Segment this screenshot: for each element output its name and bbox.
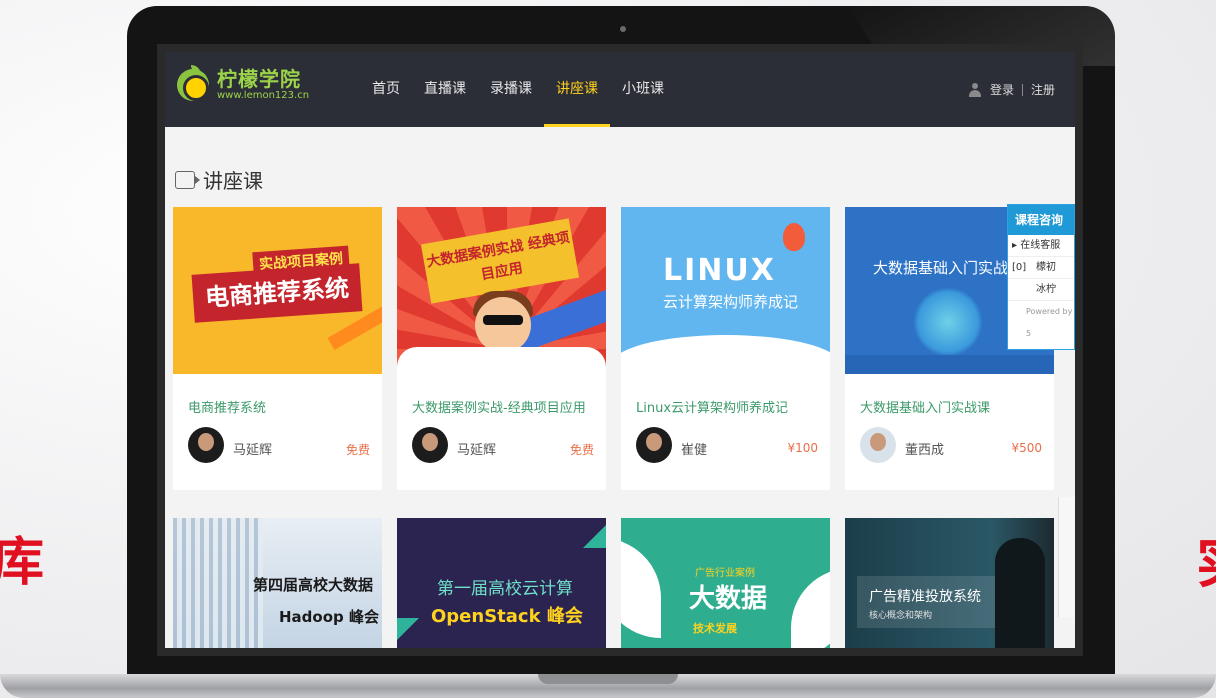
course-title[interactable]: 电商推荐系统 bbox=[188, 397, 266, 416]
video-camera-icon bbox=[175, 170, 200, 189]
nav-divider bbox=[1021, 83, 1023, 96]
lemon-logo-icon bbox=[177, 65, 209, 101]
teacher-name: 马延辉 bbox=[457, 443, 497, 458]
teacher-name: 崔健 bbox=[681, 443, 708, 458]
register-link[interactable]: 注册 bbox=[1031, 81, 1055, 98]
laptop-base-notch bbox=[538, 674, 678, 684]
course-thumbnail[interactable]: 第四届高校大数据 Hadoop 峰会 bbox=[173, 518, 382, 648]
top-navbar: 柠檬学院 www.lemon123.cn 首页 直播课 录播课 讲座课 小班课 … bbox=[165, 52, 1075, 127]
course-title[interactable]: Linux云计算架构师养成记 bbox=[636, 397, 788, 416]
course-thumbnail[interactable]: LINUX 云计算架构师养成记 bbox=[621, 207, 830, 374]
brand-name: 柠檬学院 bbox=[217, 67, 301, 91]
brand-url: www.lemon123.cn bbox=[217, 90, 310, 101]
slide-side-text-left: 库 bbox=[0, 533, 45, 593]
login-link[interactable]: 登录 bbox=[990, 81, 1014, 98]
course-card[interactable]: 大数据案例实战 经典项目应用 大数据案例实战-经典项目应用 马延辉 免费 bbox=[397, 207, 606, 490]
course-card[interactable]: LINUX 云计算架构师养成记 Linux云计算架构师养成记 崔健 ¥100 bbox=[621, 207, 830, 490]
teacher-avatar bbox=[412, 427, 448, 463]
teacher-name: 董西成 bbox=[905, 443, 945, 458]
course-thumbnail[interactable]: 实战项目案例 电商推荐系统 bbox=[173, 207, 382, 374]
slide-side-text-right: 实 bbox=[1196, 518, 1216, 599]
nav-lecture[interactable]: 讲座课 bbox=[544, 52, 610, 127]
camera-dot bbox=[620, 26, 626, 32]
course-card[interactable]: 广告行业案例 大数据 技术发展 bbox=[621, 518, 830, 648]
course-thumbnail[interactable]: 大数据案例实战 经典项目应用 bbox=[397, 207, 606, 374]
course-thumbnail[interactable]: 广告行业案例 大数据 技术发展 bbox=[621, 518, 830, 648]
nav-recorded[interactable]: 录播课 bbox=[478, 52, 544, 127]
course-thumbnail[interactable]: 第一届高校云计算 OpenStack 峰会 bbox=[397, 518, 606, 648]
teacher-avatar bbox=[188, 427, 224, 463]
nav-live[interactable]: 直播课 bbox=[412, 52, 478, 127]
consult-footer: Powered by 5 bbox=[1026, 307, 1073, 338]
online-service-row[interactable]: ▸ 在线客服[0] bbox=[1008, 235, 1074, 273]
course-title[interactable]: 大数据基础入门实战课 bbox=[860, 397, 990, 416]
course-price: 免费 bbox=[569, 443, 594, 457]
brand-logo[interactable]: 柠檬学院 www.lemon123.cn bbox=[177, 65, 310, 102]
course-price: 免费 bbox=[345, 443, 370, 457]
course-card[interactable]: 第一届高校云计算 OpenStack 峰会 bbox=[397, 518, 606, 648]
nav-home[interactable]: 首页 bbox=[360, 52, 412, 127]
course-price: ¥100 bbox=[787, 441, 818, 455]
teacher-avatar bbox=[636, 427, 672, 463]
section-title: 讲座课 bbox=[203, 169, 263, 193]
teacher-avatar bbox=[860, 427, 896, 463]
main-nav: 首页 直播课 录播课 讲座课 小班课 bbox=[360, 52, 676, 127]
course-title[interactable]: 大数据案例实战-经典项目应用 bbox=[412, 397, 586, 416]
section-header: 讲座课 bbox=[175, 165, 263, 194]
course-card[interactable]: 广告精准投放系统 核心概念和架构 bbox=[845, 518, 1054, 648]
consult-header[interactable]: 课程咨询 bbox=[1008, 205, 1074, 235]
consult-widget[interactable]: 课程咨询 ▸ 在线客服[0] 檬初 冰柠 Powered by 5 bbox=[1007, 204, 1075, 350]
user-links: 登录 注册 bbox=[968, 52, 1055, 127]
agent-item[interactable]: 冰柠 bbox=[1008, 279, 1074, 301]
course-card[interactable]: 第四届高校大数据 Hadoop 峰会 bbox=[173, 518, 382, 648]
user-icon bbox=[968, 82, 982, 97]
website-screen: 柠檬学院 www.lemon123.cn 首页 直播课 录播课 讲座课 小班课 … bbox=[165, 52, 1075, 648]
course-thumbnail[interactable]: 广告精准投放系统 核心概念和架构 bbox=[845, 518, 1054, 648]
course-price: ¥500 bbox=[1011, 441, 1042, 455]
teacher-name: 马延辉 bbox=[233, 443, 273, 458]
nav-small-class[interactable]: 小班课 bbox=[610, 52, 676, 127]
side-toolbar[interactable] bbox=[1058, 497, 1075, 617]
course-card[interactable]: 实战项目案例 电商推荐系统 电商推荐系统 马延辉 免费 bbox=[173, 207, 382, 490]
